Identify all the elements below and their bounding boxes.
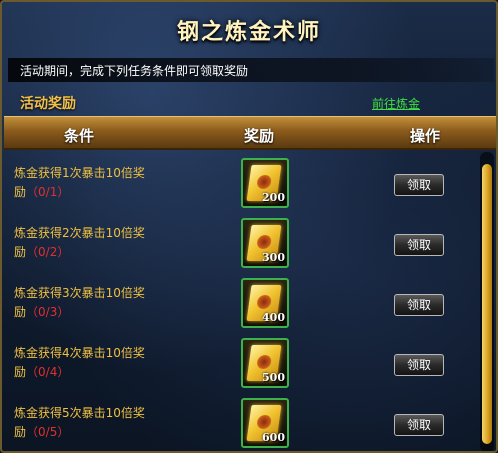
task-condition: 炼金获得2次暴击10倍奖 励（0/2） <box>14 224 164 262</box>
header-reward: 奖励 <box>244 127 275 145</box>
task-progress: （0/5） <box>26 425 70 439</box>
reward-item[interactable]: 400 <box>241 278 289 328</box>
condition-text: 炼金获得2次暴击10倍奖 <box>14 226 145 240</box>
reward-amount: 400 <box>262 311 285 324</box>
task-row: 炼金获得1次暴击10倍奖 励（0/1） 200 领取 <box>4 152 478 212</box>
task-condition: 炼金获得3次暴击10倍奖 励（0/3） <box>14 284 164 322</box>
condition-text-tail: 励 <box>14 305 27 319</box>
scroll-thumb[interactable] <box>482 164 492 444</box>
condition-text-tail: 励 <box>14 185 27 199</box>
reward-item[interactable]: 200 <box>241 158 289 208</box>
task-list: 炼金获得1次暴击10倍奖 励（0/1） 200 领取 炼金获得2次暴击10倍奖 … <box>4 152 478 451</box>
task-condition: 炼金获得5次暴击10倍奖 励（0/5） <box>14 404 164 442</box>
title-bar: 钢之炼金术师 <box>2 2 496 58</box>
header-operation: 操作 <box>410 127 441 145</box>
task-progress: （0/4） <box>26 365 70 379</box>
panel-title: 钢之炼金术师 <box>176 19 321 45</box>
task-condition: 炼金获得1次暴击10倍奖 励（0/1） <box>14 164 164 202</box>
condition-text: 炼金获得5次暴击10倍奖 <box>14 406 145 420</box>
condition-text: 炼金获得4次暴击10倍奖 <box>14 346 145 360</box>
reward-amount: 600 <box>262 431 285 444</box>
goto-alchemy-link[interactable]: 前往炼金 <box>372 95 420 112</box>
task-progress: （0/3） <box>26 305 70 319</box>
reward-item[interactable]: 500 <box>241 338 289 388</box>
condition-text-tail: 励 <box>14 425 27 439</box>
claim-button[interactable]: 领取 <box>394 354 444 376</box>
task-row: 炼金获得4次暴击10倍奖 励（0/4） 500 领取 <box>4 332 478 392</box>
table-header: 条件 奖励 操作 <box>4 116 496 150</box>
description-strip: 活动期间，完成下列任务条件即可领取奖励 <box>8 58 494 82</box>
claim-button[interactable]: 领取 <box>394 174 444 196</box>
claim-button[interactable]: 领取 <box>394 234 444 256</box>
event-description: 活动期间，完成下列任务条件即可领取奖励 <box>20 64 249 78</box>
task-row: 炼金获得5次暴击10倍奖 励（0/5） 600 领取 <box>4 392 478 451</box>
condition-text-tail: 励 <box>14 245 27 259</box>
header-condition: 条件 <box>64 127 95 145</box>
reward-amount: 500 <box>262 371 285 384</box>
task-progress: （0/1） <box>26 185 70 199</box>
claim-button[interactable]: 领取 <box>394 414 444 436</box>
reward-amount: 300 <box>262 251 285 264</box>
scrollbar[interactable] <box>480 152 494 451</box>
section-title: 活动奖励 <box>20 96 76 112</box>
reward-item[interactable]: 600 <box>241 398 289 448</box>
reward-item[interactable]: 300 <box>241 218 289 268</box>
task-progress: （0/2） <box>26 245 70 259</box>
task-row: 炼金获得2次暴击10倍奖 励（0/2） 300 领取 <box>4 212 478 272</box>
task-row: 炼金获得3次暴击10倍奖 励（0/3） 400 领取 <box>4 272 478 332</box>
condition-text-tail: 励 <box>14 365 27 379</box>
claim-button[interactable]: 领取 <box>394 294 444 316</box>
task-condition: 炼金获得4次暴击10倍奖 励（0/4） <box>14 344 164 382</box>
condition-text: 炼金获得3次暴击10倍奖 <box>14 286 145 300</box>
condition-text: 炼金获得1次暴击10倍奖 <box>14 166 145 180</box>
reward-amount: 200 <box>262 191 285 204</box>
alchemist-event-panel: 钢之炼金术师 活动期间，完成下列任务条件即可领取奖励 活动奖励 前往炼金 条件 … <box>0 0 498 453</box>
